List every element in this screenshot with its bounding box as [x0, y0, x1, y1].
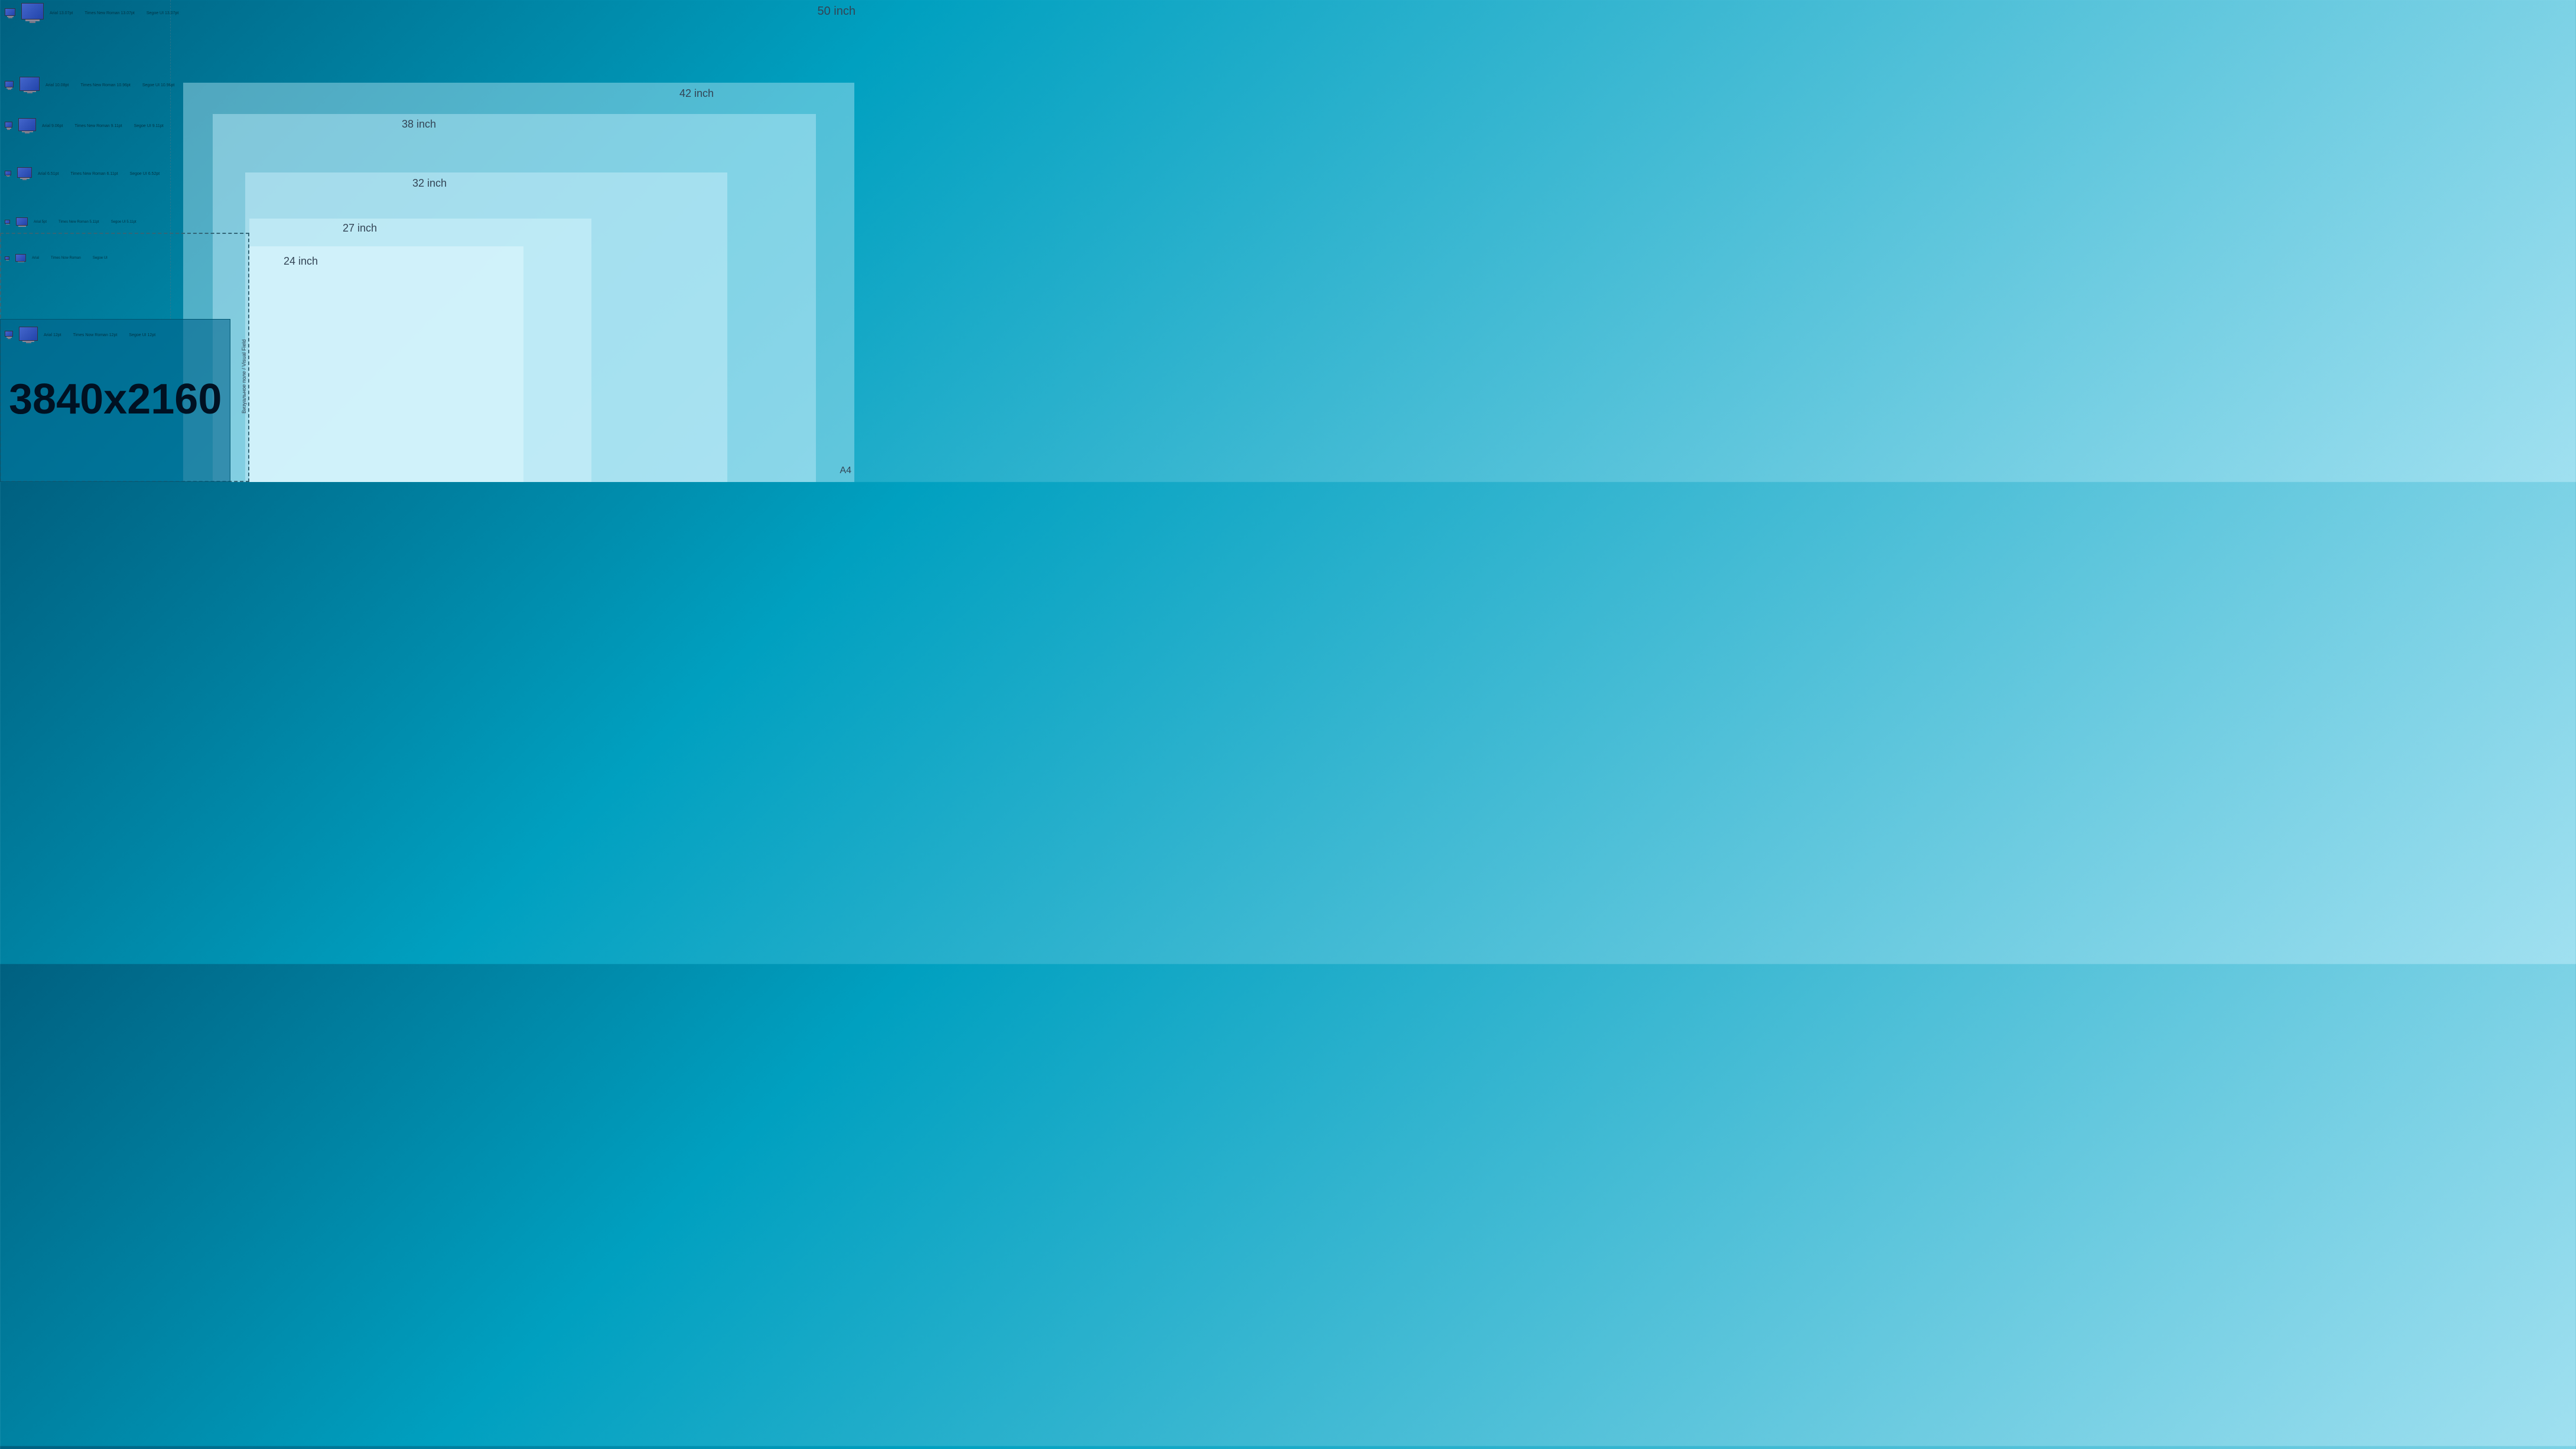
monitor-row-6: Arial Times Now Roman Segoe UI: [5, 254, 108, 262]
monitor-icon-small-7: [5, 331, 13, 339]
row-text-4: Arial 6.51pt Times New Roman 6.11pt Sego…: [38, 172, 160, 176]
monitor-icon-large-2: [19, 77, 40, 93]
label-32inch: 32 inch: [412, 177, 447, 190]
monitor-row-4: Arial 6.51pt Times New Roman 6.11pt Sego…: [5, 167, 160, 180]
rect-24inch: [249, 246, 523, 482]
row-text-5: Arial 5pt Times New Roman 5.11pt Segoe U…: [34, 220, 136, 224]
monitor-icon-small-4: [5, 171, 11, 177]
monitor-icon-small-5: [5, 220, 10, 224]
row-text-1: Arial 13.07pt Times New Roman 13.07pt Se…: [50, 11, 178, 15]
monitor-icon-large-1: [21, 3, 44, 23]
visual-field-label: Визуальное поле / Visual Field: [241, 236, 247, 413]
monitor-icon-large-7: [19, 327, 38, 343]
monitor-icon-small-1: [5, 8, 15, 18]
a4-label: A4: [840, 465, 851, 476]
row-text-7: Arial 12pt Times Now Roman 12pt Segoe UI…: [44, 333, 155, 337]
label-24inch: 24 inch: [284, 255, 318, 268]
size-label-50: 50 inch: [818, 5, 856, 18]
row-text-2: Arial 10.08pt Times New Roman 10.96pt Se…: [45, 83, 174, 87]
monitor-icon-large-6: [15, 254, 26, 262]
monitor-row-1: Arial 13.07pt Times New Roman 13.07pt Se…: [5, 3, 178, 23]
monitor-row-5: Arial 5pt Times New Roman 5.11pt Segoe U…: [5, 217, 136, 227]
monitor-icon-small-3: [5, 122, 12, 130]
monitor-row-7: Arial 12pt Times Now Roman 12pt Segoe UI…: [5, 327, 155, 343]
row-text-3: Arial 9.06pt Times New Roman 9.11pt Sego…: [42, 124, 164, 128]
monitor-row-2: Arial 10.08pt Times New Roman 10.96pt Se…: [5, 77, 174, 93]
resolution-text: 3840x2160: [9, 375, 222, 424]
label-27inch: 27 inch: [343, 222, 377, 235]
label-42inch: 42 inch: [679, 87, 714, 100]
monitor-icon-small-6: [5, 256, 9, 261]
vertical-divider: [170, 0, 171, 319]
monitor-icon-large-5: [16, 217, 28, 227]
monitor-row-3: Arial 9.06pt Times New Roman 9.11pt Sego…: [5, 118, 164, 133]
row-text-6: Arial Times Now Roman Segoe UI: [32, 256, 108, 260]
label-38inch: 38 inch: [402, 118, 436, 131]
monitor-icon-large-4: [17, 167, 32, 180]
monitor-icon-small-2: [5, 81, 14, 90]
monitor-icon-large-3: [18, 118, 36, 133]
